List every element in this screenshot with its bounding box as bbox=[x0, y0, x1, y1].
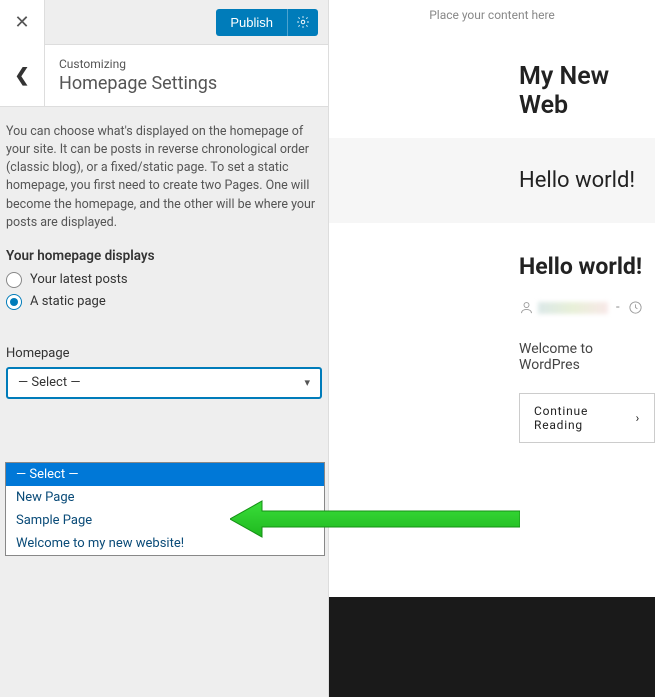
back-button[interactable]: ❮ bbox=[0, 45, 45, 106]
placeholder-text: Place your content here bbox=[329, 0, 655, 42]
continue-label: Continue Reading bbox=[534, 404, 630, 432]
chevron-right-icon: › bbox=[636, 411, 640, 425]
radio-static-page[interactable]: A static page bbox=[6, 294, 322, 310]
dropdown-option[interactable]: Welcome to my new website! bbox=[6, 532, 324, 555]
publish-settings-button[interactable] bbox=[287, 9, 318, 36]
homepage-select[interactable]: — Select — ▾ bbox=[6, 367, 322, 399]
radio-label: A static page bbox=[30, 294, 106, 309]
page-title: Homepage Settings bbox=[59, 73, 314, 94]
dropdown-option[interactable]: Sample Page bbox=[6, 509, 324, 532]
radio-icon bbox=[6, 294, 22, 310]
site-title: My New Web bbox=[329, 42, 655, 138]
section-description: You can choose what's displayed on the h… bbox=[0, 107, 328, 248]
clock-icon bbox=[628, 300, 643, 315]
close-button[interactable]: ✕ bbox=[0, 0, 45, 45]
dropdown-option[interactable]: New Page bbox=[6, 486, 324, 509]
homepage-dropdown: — Select — New Page Sample Page Welcome … bbox=[5, 462, 325, 556]
site-preview: Place your content here My New Web Hello… bbox=[329, 0, 655, 697]
select-value: — Select — bbox=[18, 375, 80, 390]
close-icon: ✕ bbox=[14, 12, 29, 33]
post-meta: - bbox=[519, 300, 655, 315]
section-header: ❮ Customizing Homepage Settings bbox=[0, 45, 328, 107]
publish-button[interactable]: Publish bbox=[216, 9, 287, 36]
author-icon bbox=[519, 300, 534, 315]
homepage-label: Homepage bbox=[6, 346, 322, 361]
radio-latest-posts[interactable]: Your latest posts bbox=[6, 272, 322, 288]
displays-label: Your homepage displays bbox=[6, 248, 322, 264]
continue-reading-button[interactable]: Continue Reading › bbox=[519, 393, 655, 443]
breadcrumb: Customizing bbox=[59, 57, 314, 71]
chevron-down-icon: ▾ bbox=[304, 376, 310, 389]
customizer-topbar: ✕ Publish bbox=[0, 0, 328, 45]
chevron-left-icon: ❮ bbox=[14, 65, 29, 86]
hero-band: Hello world! bbox=[329, 138, 655, 223]
radio-icon bbox=[6, 272, 22, 288]
post-excerpt: Welcome to WordPres bbox=[519, 341, 655, 373]
dropdown-option[interactable]: — Select — bbox=[6, 463, 324, 486]
post-title[interactable]: Hello world! bbox=[519, 253, 655, 280]
site-footer bbox=[329, 597, 655, 697]
author-name bbox=[538, 302, 608, 314]
gear-icon bbox=[296, 15, 310, 29]
radio-label: Your latest posts bbox=[30, 272, 128, 287]
